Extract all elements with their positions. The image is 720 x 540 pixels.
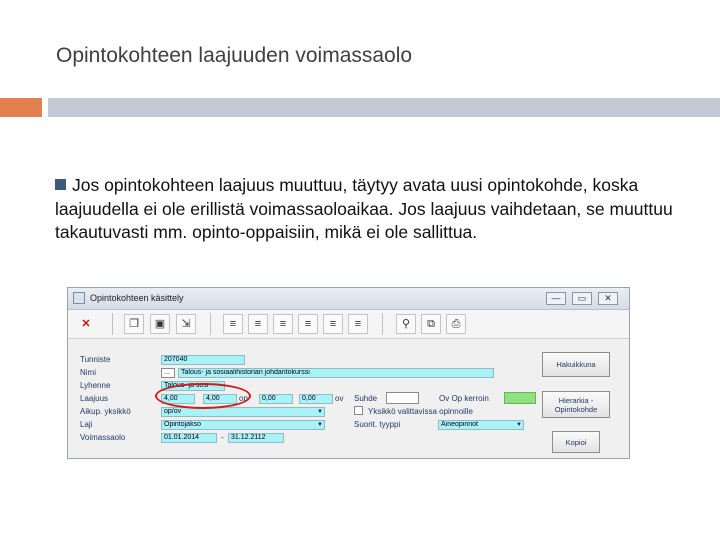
suorit-tyyppi-select[interactable]: Aineopinnot ▼ <box>438 420 524 430</box>
voim-separator: - <box>221 433 224 442</box>
label-nimi: Nimi <box>80 368 96 377</box>
label-yksikko-valittu: Yksikkö valittavissa opinnoille <box>368 407 473 416</box>
hakuikkuna-button[interactable]: Hakuikkuna <box>542 352 610 377</box>
sort-icon[interactable]: ≡ <box>273 314 293 334</box>
sort-icon[interactable]: ≡ <box>298 314 318 334</box>
sort-icon[interactable]: ≡ <box>348 314 368 334</box>
window-title: Opintokohteen käsittely <box>90 293 184 303</box>
slide-title: Opintokohteen laajuuden voimassaolo <box>56 44 413 67</box>
label-voimassaolo: Voimassaolo <box>80 433 126 442</box>
suorit-tyyppi-value: Aineopinnot <box>441 421 478 428</box>
aikup-value: op/ov <box>164 408 182 415</box>
aikup-select[interactable]: op/ov ▼ <box>161 407 325 417</box>
label-aikup: Aikup. yksikkö <box>80 407 131 416</box>
copy-icon[interactable]: ❐ <box>124 314 144 334</box>
laajuus2-unit: ov <box>335 394 344 403</box>
label-laajuus: Laajuus <box>80 394 109 403</box>
minimize-button[interactable]: — <box>546 292 566 305</box>
yksikko-checkbox[interactable] <box>354 406 363 415</box>
label-lyhenne: Lyhenne <box>80 381 111 390</box>
bullet-paragraph: Jos opintokohteen laajuus muuttuu, täyty… <box>55 174 683 245</box>
chevron-down-icon: ▼ <box>516 422 522 428</box>
voim-from-field[interactable]: 01.01.2014 <box>161 433 217 443</box>
close-button[interactable]: ✕ <box>598 292 618 305</box>
accent-bar <box>0 98 42 117</box>
highlight-ellipse <box>155 383 251 409</box>
label-laji: Laji <box>80 420 93 429</box>
chevron-down-icon: ▼ <box>317 422 323 428</box>
kopioi-button[interactable]: Kopioi <box>552 431 600 453</box>
laji-select[interactable]: Opintojakso ▼ <box>161 420 325 430</box>
voim-to-field[interactable]: 31.12.2112 <box>228 433 284 443</box>
suhde-field[interactable] <box>386 392 419 404</box>
label-ov-op-kerroin: Ov Op kerroin <box>439 394 489 403</box>
label-suhde: Suhde <box>354 394 378 403</box>
print-icon[interactable]: ⎙ <box>446 314 466 334</box>
search-icon[interactable]: ⚲ <box>396 314 416 334</box>
save-icon[interactable]: ▣ <box>150 314 170 334</box>
toolbar: ✕ ❐ ▣ ⇲ ≡ ≡ ≡ ≡ ≡ ≡ ⚲ ⧉ ⎙ <box>68 310 629 339</box>
bullet-text: Jos opintokohteen laajuus muuttuu, täyty… <box>55 175 673 242</box>
window-titlebar[interactable]: Opintokohteen käsittely — ▭ ✕ <box>68 288 629 310</box>
laji-value: Opintojakso <box>164 421 201 428</box>
label-suorit-tyyppi: Suorit. tyyppi <box>354 420 401 429</box>
nimi-lookup-button[interactable]: ... <box>161 368 175 378</box>
app-window: Opintokohteen käsittely — ▭ ✕ ✕ ❐ ▣ ⇲ ≡ … <box>67 287 630 459</box>
laajuus2-max-field[interactable]: 0,00 <box>299 394 333 404</box>
laajuus2-min-field[interactable]: 0,00 <box>259 394 293 404</box>
sort-icon[interactable]: ≡ <box>223 314 243 334</box>
label-tunniste: Tunniste <box>80 355 111 364</box>
export-icon[interactable]: ⇲ <box>176 314 196 334</box>
hierarkia-button[interactable]: Hierarkia - Opintokohde <box>542 391 610 418</box>
sort-icon[interactable]: ≡ <box>248 314 268 334</box>
close-x-icon[interactable]: ✕ <box>76 314 96 334</box>
windows-icon[interactable]: ⧉ <box>421 314 441 334</box>
maximize-button[interactable]: ▭ <box>572 292 592 305</box>
chevron-down-icon: ▼ <box>317 409 323 415</box>
app-icon <box>73 292 85 304</box>
ov-op-kerroin-field[interactable] <box>504 392 536 404</box>
tunniste-field[interactable]: 207040 <box>161 355 245 365</box>
nimi-field[interactable]: Talous- ja sosiaalihistorian johdantokur… <box>178 368 494 378</box>
bullet-square-icon <box>55 179 66 190</box>
sort-icon[interactable]: ≡ <box>323 314 343 334</box>
header-bar <box>48 98 720 117</box>
